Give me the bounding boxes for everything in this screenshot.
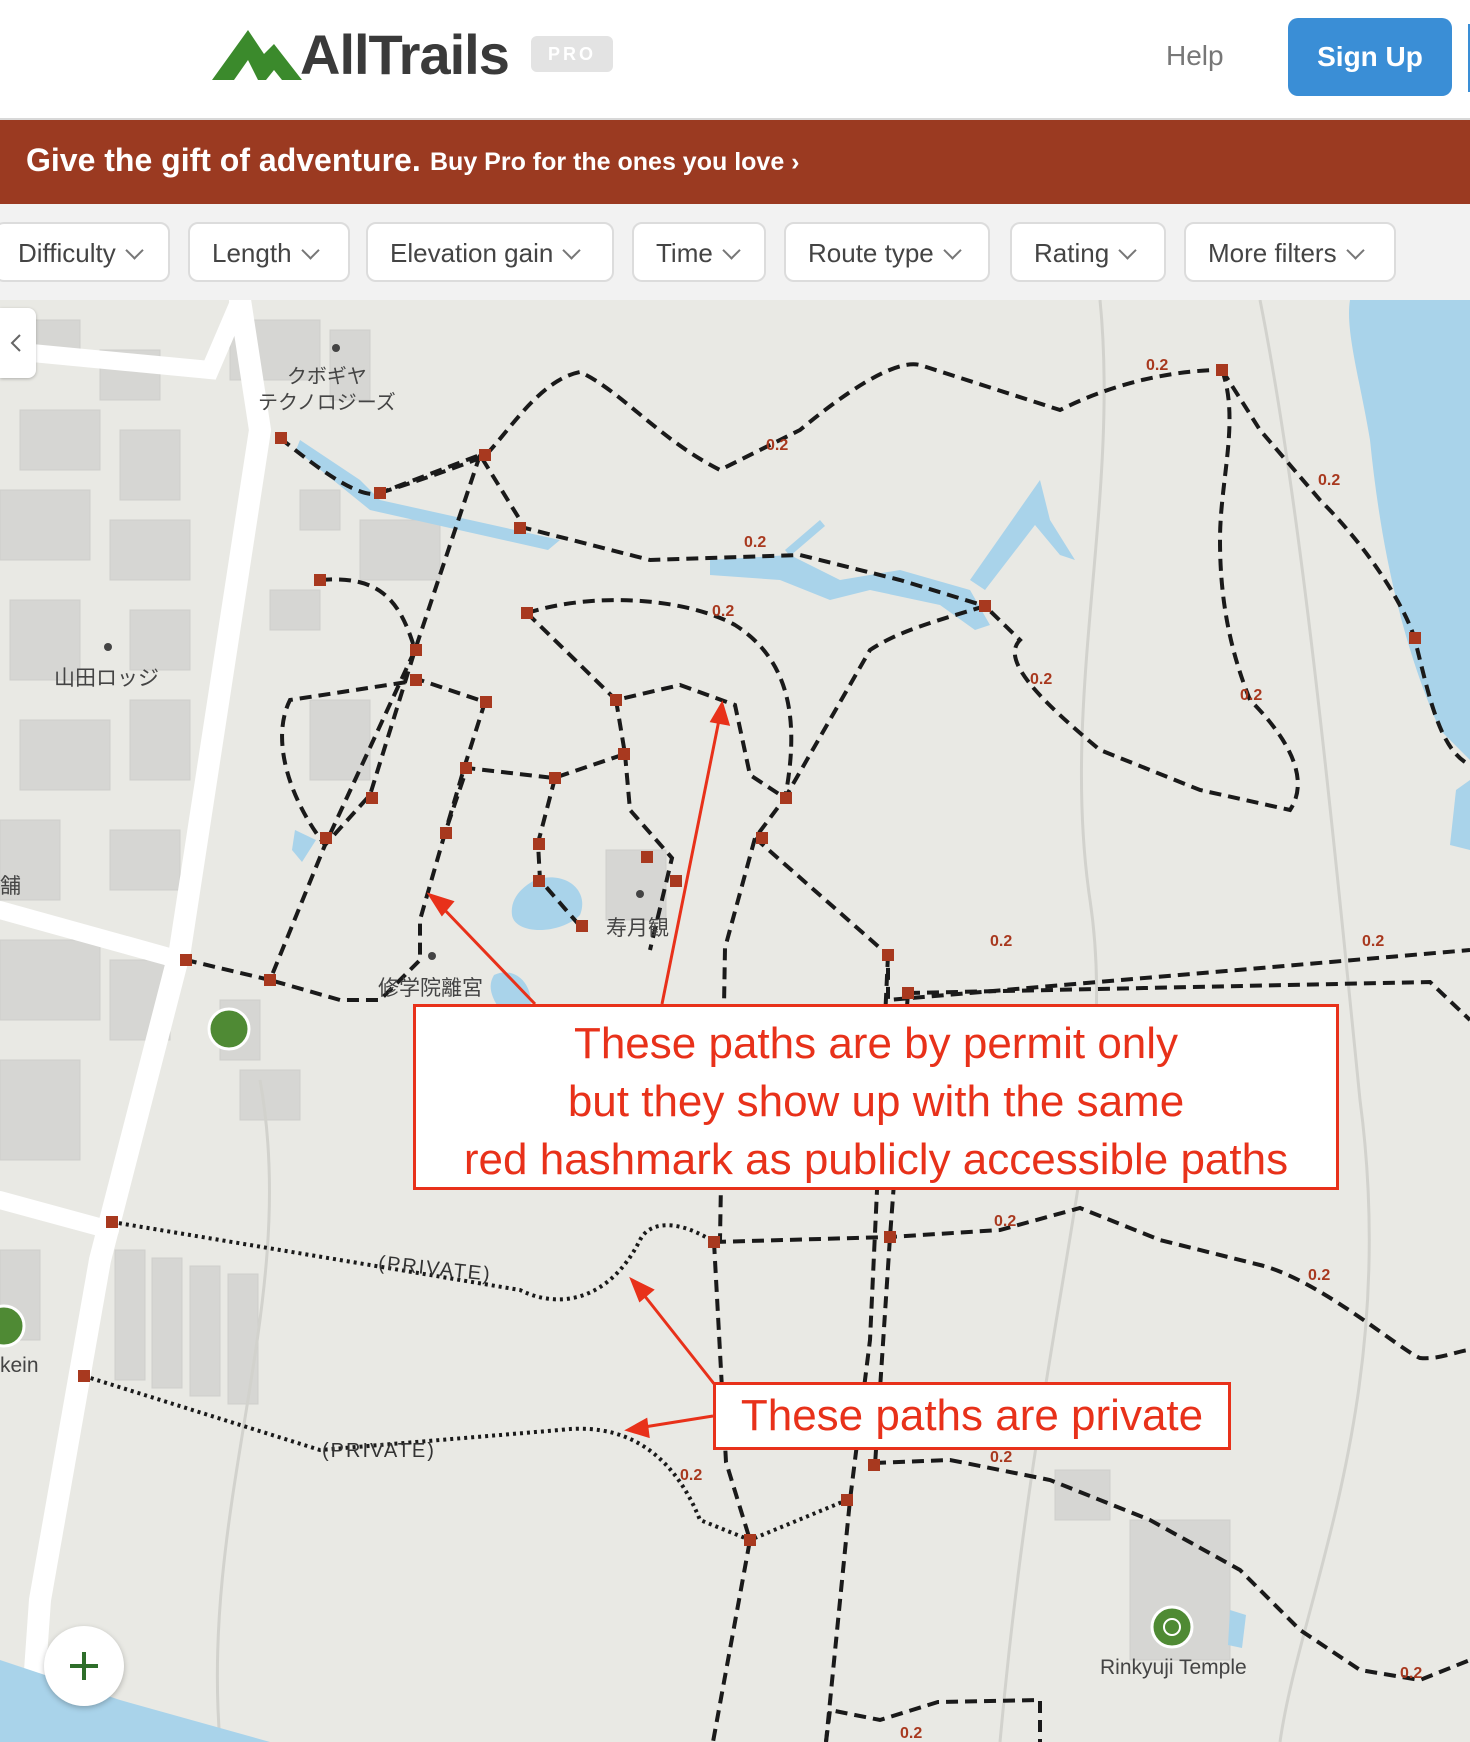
svg-text:0.2: 0.2 xyxy=(712,603,734,620)
chevron-left-icon xyxy=(10,334,21,352)
svg-text:0.2: 0.2 xyxy=(744,534,766,551)
svg-text:0.2: 0.2 xyxy=(1400,1665,1422,1682)
promo-banner[interactable]: Give the gift of adventure. Buy Pro for … xyxy=(0,120,1470,204)
sign-up-button[interactable]: Sign Up xyxy=(1288,18,1452,96)
filter-label: Route type xyxy=(808,238,934,268)
svg-text:0.2: 0.2 xyxy=(1362,933,1384,950)
label-kubogiya: クボギヤ テクノロジーズ xyxy=(258,366,396,414)
filter-route-type[interactable]: Route type xyxy=(784,222,990,282)
svg-text:0.2: 0.2 xyxy=(994,1213,1016,1230)
label-private-lower: (PRIVATE) xyxy=(322,1440,436,1462)
filter-more[interactable]: More filters xyxy=(1184,222,1396,282)
chevron-down-icon xyxy=(125,241,144,260)
label-edge-shop: 舗 xyxy=(0,875,21,898)
filter-difficulty[interactable]: Difficulty xyxy=(0,222,170,282)
permit-annotation: These paths are by permit only but they … xyxy=(413,1004,1339,1190)
annotation-line: but they show up with the same xyxy=(567,1077,1185,1126)
filter-label: Elevation gain xyxy=(390,238,554,268)
brand-name[interactable]: AllTrails xyxy=(300,22,510,87)
plus-icon xyxy=(70,1652,98,1680)
svg-text:0.2: 0.2 xyxy=(1240,687,1262,704)
filter-time[interactable]: Time xyxy=(632,222,766,282)
help-link[interactable]: Help xyxy=(1166,40,1224,72)
svg-text:0.2: 0.2 xyxy=(900,1725,922,1742)
svg-text:0.2: 0.2 xyxy=(990,933,1012,950)
svg-text:0.2: 0.2 xyxy=(1146,357,1168,374)
svg-text:0.2: 0.2 xyxy=(990,1449,1012,1466)
chevron-down-icon xyxy=(1118,241,1137,260)
pro-badge: PRO xyxy=(531,36,613,72)
mountain-logo-icon[interactable] xyxy=(212,24,302,84)
filter-label: Length xyxy=(212,238,292,268)
filter-label: Rating xyxy=(1034,238,1110,268)
label-yamada-lodge: 山田ロッジ xyxy=(54,667,159,690)
collapse-panel-button[interactable] xyxy=(0,308,36,378)
svg-text:0.2: 0.2 xyxy=(680,1467,702,1484)
chevron-down-icon xyxy=(562,241,582,260)
annotation-line: red hashmark as publicly accessible path… xyxy=(463,1135,1289,1184)
filter-label: Difficulty xyxy=(18,238,116,268)
filter-elevation-gain[interactable]: Elevation gain xyxy=(366,222,614,282)
filter-label: Time xyxy=(656,238,713,268)
svg-text:0.2: 0.2 xyxy=(1308,1267,1330,1284)
promo-headline: Give the gift of adventure. xyxy=(26,142,421,178)
filter-rating[interactable]: Rating xyxy=(1010,222,1166,282)
zoom-in-button[interactable] xyxy=(44,1626,124,1706)
top-header: AllTrails PRO Help Sign Up xyxy=(0,0,1470,120)
chevron-down-icon xyxy=(1345,241,1365,260)
svg-text:0.2: 0.2 xyxy=(766,437,788,454)
svg-text:0.2: 0.2 xyxy=(1318,472,1340,489)
filter-label: More filters xyxy=(1208,238,1337,268)
chevron-down-icon xyxy=(943,241,962,260)
label-jugetsukan: 寿月観 xyxy=(606,917,669,940)
svg-text:0.2: 0.2 xyxy=(1030,671,1052,688)
private-annotation: These paths are private xyxy=(713,1382,1231,1450)
label-shugakuin: 修学院離宮 xyxy=(378,977,483,1000)
chevron-down-icon xyxy=(722,241,741,260)
label-rinkyuji-temple: Rinkyuji Temple xyxy=(1100,1656,1247,1679)
label-edge-kein: kein xyxy=(0,1354,39,1377)
promo-cta[interactable]: Buy Pro for the ones you love › xyxy=(430,148,800,177)
chevron-down-icon xyxy=(300,241,320,260)
annotation-line: These paths are by permit only xyxy=(573,1019,1179,1068)
filter-length[interactable]: Length xyxy=(188,222,350,282)
filter-bar: Difficulty Length Elevation gain Time Ro… xyxy=(0,204,1470,300)
